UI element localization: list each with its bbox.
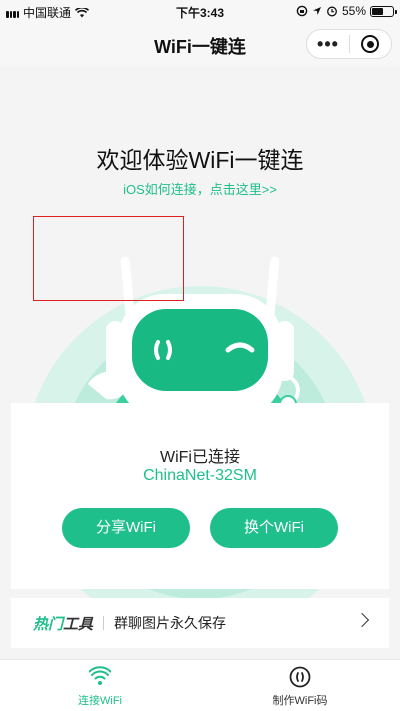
target-close-icon xyxy=(361,35,380,53)
hot-tools-row[interactable]: 热门工具 群聊图片永久保存 xyxy=(11,598,389,648)
hot-tools-label: 热门工具 xyxy=(33,613,93,634)
tab-label-connect: 连接WiFi xyxy=(78,695,122,707)
close-button[interactable] xyxy=(350,30,391,58)
connection-status: WiFi已连接 xyxy=(160,449,240,466)
more-dots-icon[interactable]: ••• xyxy=(307,30,349,58)
welcome-heading: 欢迎体验WiFi一键连 xyxy=(96,147,304,173)
mini-program-capsule: ••• xyxy=(306,29,392,59)
status-right: 55% xyxy=(296,4,397,18)
tab-bar: 连接WiFi 制作WiFi码 xyxy=(0,659,400,711)
battery-icon xyxy=(370,5,397,17)
ios-help-link[interactable]: iOS如何连接，点击这里>> xyxy=(0,179,400,198)
tools-divider xyxy=(103,616,105,630)
battery-fill xyxy=(372,7,383,15)
tab-connect-wifi[interactable]: 连接WiFi xyxy=(0,660,200,711)
share-wifi-button[interactable]: 分享WiFi xyxy=(62,508,190,548)
wifi-code-icon xyxy=(289,666,311,688)
tab-make-wifi-code[interactable]: 制作WiFi码 xyxy=(200,660,400,711)
hot-tools-label-suffix: 工具 xyxy=(63,615,94,633)
hot-tools-label-prefix: 热门 xyxy=(33,615,64,633)
status-bar: 中国联通 下午3:43 55% xyxy=(0,0,400,22)
nav-bar: WiFi一键连 ••• xyxy=(0,22,400,66)
chevron-right-icon xyxy=(354,612,370,628)
battery-percent: 55% xyxy=(341,4,366,18)
main-area: 欢迎体验WiFi一键连 iOS如何连接，点击这里>> WiFi已连接 China… xyxy=(0,66,400,659)
highlight-box xyxy=(33,216,184,301)
switch-wifi-button[interactable]: 换个WiFi xyxy=(210,508,338,548)
rotation-lock-icon xyxy=(296,5,308,17)
tab-label-make-code: 制作WiFi码 xyxy=(272,695,328,707)
tools-description: 群聊图片永久保存 xyxy=(114,615,227,631)
alarm-icon xyxy=(327,6,337,17)
connection-card: WiFi已连接 ChinaNet-32SM 分享WiFi 换个WiFi xyxy=(11,403,389,589)
location-icon xyxy=(312,7,321,15)
wifi-icon xyxy=(89,666,111,685)
connected-ssid: ChinaNet-32SM xyxy=(143,467,257,484)
